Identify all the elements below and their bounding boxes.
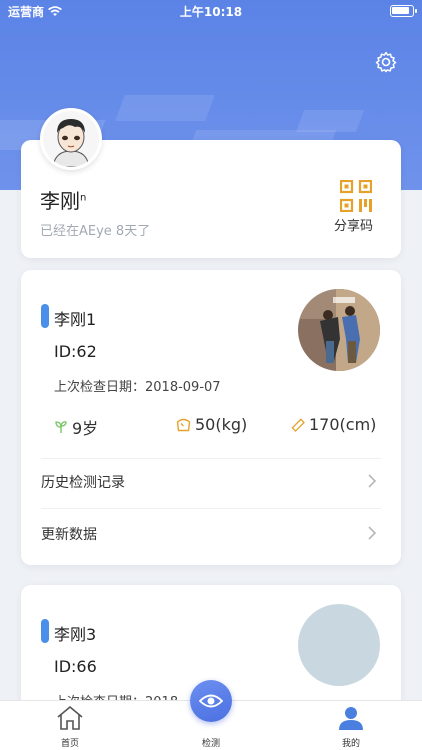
patient-last-check: 上次检查日期：2018-09-07 bbox=[54, 380, 221, 395]
tab-home-label: 首页 bbox=[60, 739, 79, 749]
update-data-row[interactable]: 更新数据 bbox=[41, 512, 381, 556]
age-stat: 9岁 bbox=[54, 415, 98, 439]
profile-subtitle: 已经在AEye 8天了 bbox=[40, 224, 151, 239]
weight-value: 50(kg) bbox=[195, 415, 248, 434]
patient-card[interactable]: 李刚1 ID:62 上次检查日期：2018-09-07 9岁 50(kg) 17… bbox=[21, 270, 401, 565]
ruler-icon bbox=[291, 417, 305, 432]
patient-photo-image bbox=[298, 289, 380, 371]
patient-photo-placeholder bbox=[298, 604, 380, 686]
patient-id: ID:62 bbox=[54, 342, 97, 361]
profile-name-sup: n bbox=[80, 192, 87, 204]
user-avatar[interactable] bbox=[40, 108, 102, 170]
history-records-row[interactable]: 历史检测记录 bbox=[41, 460, 381, 504]
chevron-right-icon bbox=[368, 526, 377, 540]
profile-name: 李刚n bbox=[40, 185, 86, 214]
tab-detect[interactable]: 检测 bbox=[181, 734, 241, 749]
height-stat: 170(cm) bbox=[291, 415, 376, 434]
sprout-icon bbox=[55, 421, 67, 433]
height-value: 170(cm) bbox=[309, 415, 377, 434]
patient-name: 李刚3 bbox=[54, 625, 97, 644]
settings-gear-icon[interactable] bbox=[374, 50, 398, 74]
battery-icon bbox=[390, 5, 417, 17]
cloud-decoration bbox=[115, 95, 215, 121]
history-records-label: 历史检测记录 bbox=[41, 475, 125, 491]
weight-stat: 50(kg) bbox=[176, 415, 247, 434]
scale-icon bbox=[176, 418, 191, 431]
tab-home[interactable]: 首页 bbox=[40, 705, 100, 749]
tab-detect-label: 检测 bbox=[201, 739, 220, 749]
tab-mine-label: 我的 bbox=[341, 739, 360, 749]
cloud-decoration bbox=[295, 110, 365, 132]
divider bbox=[41, 458, 381, 459]
name-accent-bar bbox=[41, 304, 49, 328]
qr-code-icon[interactable] bbox=[340, 180, 372, 212]
home-icon bbox=[57, 705, 83, 730]
divider bbox=[41, 508, 381, 509]
tab-mine[interactable]: 我的 bbox=[321, 705, 381, 749]
user-icon bbox=[339, 707, 363, 730]
patient-id: ID:66 bbox=[54, 657, 97, 676]
patient-photo bbox=[298, 289, 380, 371]
patient-name: 李刚1 bbox=[54, 310, 97, 329]
status-bar: 运营商 上午10:18 bbox=[0, 0, 422, 22]
status-time: 上午10:18 bbox=[179, 4, 243, 19]
detect-eye-button[interactable] bbox=[190, 680, 232, 722]
update-data-label: 更新数据 bbox=[41, 527, 97, 543]
age-value: 9岁 bbox=[72, 419, 99, 438]
avatar-illustration bbox=[43, 111, 99, 167]
profile-name-text: 李刚 bbox=[40, 189, 80, 213]
eye-icon bbox=[199, 694, 223, 708]
share-code-label[interactable]: 分享码 bbox=[334, 215, 373, 234]
name-accent-bar bbox=[41, 619, 49, 643]
chevron-right-icon bbox=[368, 474, 377, 488]
